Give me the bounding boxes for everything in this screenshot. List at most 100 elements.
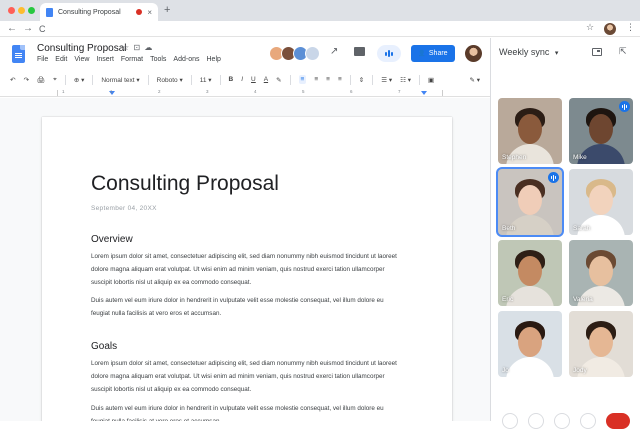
browser-tab-strip: Consulting Proposal × + — [0, 0, 640, 21]
speaking-indicator-icon — [548, 172, 559, 183]
document-date: September 04, 20XX — [91, 205, 157, 212]
maximize-window-button[interactable] — [28, 7, 35, 14]
camera-toggle-button[interactable] — [528, 413, 544, 429]
participant-face — [589, 327, 613, 357]
browser-profile-avatar[interactable] — [604, 23, 616, 35]
overview-paragraph-1: Lorem ipsum dolor sit amet, consectetuer… — [91, 253, 397, 286]
tab-title: Consulting Proposal — [58, 8, 121, 16]
browser-tab[interactable]: Consulting Proposal × — [40, 3, 158, 21]
document-title[interactable]: Consulting Proposal — [37, 43, 127, 54]
participant-name: Eric — [502, 296, 514, 303]
participant-tile[interactable]: Jody — [569, 311, 633, 377]
present-button[interactable] — [554, 413, 570, 429]
participant-name: Beth — [502, 225, 516, 232]
align-right-icon[interactable]: ≡ — [326, 76, 330, 83]
ruler-mark: 1 — [62, 89, 65, 94]
speaking-indicator-icon — [619, 101, 630, 112]
bookmark-star-icon[interactable]: ☆ — [586, 22, 594, 33]
address-bar: ← → C ☆ ⋮ — [0, 21, 640, 37]
menu-edit[interactable]: Edit — [55, 56, 67, 63]
more-collaborators-avatar[interactable] — [305, 46, 320, 61]
participant-face — [589, 185, 613, 215]
paragraph-style-select[interactable]: Normal text ▾ — [101, 76, 139, 84]
undo-icon[interactable]: ↶ — [10, 76, 15, 84]
meet-call-icon[interactable] — [377, 45, 401, 62]
back-button[interactable]: ← — [7, 22, 17, 36]
bold-icon[interactable]: B — [229, 76, 234, 83]
align-center-icon[interactable]: ≡ — [314, 76, 318, 83]
ruler-mark: 1 — [110, 89, 113, 94]
numbered-list-icon[interactable]: ☷ ▾ — [400, 76, 411, 84]
browser-menu-icon[interactable]: ⋮ — [626, 22, 635, 33]
meet-side-panel: Weekly sync ▾ ⇱ Stephen Mike Beth Sarah Eric… — [490, 38, 640, 421]
more-options-button[interactable] — [580, 413, 596, 429]
participant-face — [518, 327, 542, 357]
title-actions-icons[interactable]: ☆ ⊡ ☁ — [122, 43, 153, 52]
picture-in-picture-icon[interactable] — [592, 48, 602, 56]
docs-favicon-icon — [46, 7, 53, 17]
ruler-mark: 7 — [398, 89, 401, 94]
ruler-mark: 3 — [206, 89, 209, 94]
menu-format[interactable]: Format — [121, 56, 143, 63]
participant-tile[interactable]: Jo — [498, 311, 562, 377]
menu-tools[interactable]: Tools — [150, 56, 166, 63]
share-label: Share — [428, 50, 448, 57]
document-heading: Consulting Proposal — [91, 172, 279, 195]
leave-call-button[interactable] — [606, 413, 630, 429]
font-select[interactable]: Roboto ▾ — [157, 76, 183, 84]
bulleted-list-icon[interactable]: ☰ ▾ — [381, 76, 392, 84]
ruler-mark: 4 — [254, 89, 257, 94]
mic-toggle-button[interactable] — [502, 413, 518, 429]
document-canvas: Consulting Proposal September 04, 20XX O… — [0, 98, 490, 421]
print-icon[interactable]: 🖨 — [37, 76, 45, 84]
participant-name: Jo — [502, 367, 509, 374]
close-window-button[interactable] — [8, 7, 15, 14]
forward-button[interactable]: → — [23, 22, 33, 36]
chevron-down-icon: ▾ — [554, 50, 559, 57]
share-button[interactable]: 👤 Share — [411, 45, 455, 62]
insert-image-icon[interactable]: ▣ — [428, 76, 434, 84]
participant-face — [518, 185, 542, 215]
participant-tile[interactable]: Eric — [498, 240, 562, 306]
document-page[interactable]: Consulting Proposal September 04, 20XX O… — [42, 117, 452, 421]
zoom-select[interactable]: ⊕ ▾ — [74, 76, 85, 84]
participant-face — [518, 114, 542, 144]
right-indent-marker[interactable] — [421, 91, 427, 95]
paint-format-icon[interactable]: ⌖ — [53, 76, 57, 84]
participant-tile[interactable]: Beth — [498, 169, 562, 235]
docs-logo-icon[interactable] — [12, 45, 25, 63]
new-tab-button[interactable]: + — [164, 4, 170, 16]
highlight-color-icon[interactable]: ✎ — [276, 76, 281, 84]
participant-tile[interactable]: Mike — [569, 98, 633, 164]
participant-face — [518, 256, 542, 286]
menu-file[interactable]: File — [37, 56, 48, 63]
ruler-mark: 5 — [302, 89, 305, 94]
menu-help[interactable]: Help — [207, 56, 221, 63]
text-color-icon[interactable]: A — [264, 76, 268, 83]
italic-icon[interactable]: I — [241, 76, 243, 83]
comment-history-icon[interactable] — [354, 47, 365, 56]
font-size-select[interactable]: 11 ▾ — [200, 76, 212, 84]
menu-insert[interactable]: Insert — [96, 56, 114, 63]
align-justify-icon[interactable]: ≡ — [338, 76, 342, 83]
underline-icon[interactable]: U — [251, 76, 256, 83]
line-spacing-icon[interactable]: ⇕ — [359, 76, 364, 84]
close-tab-icon[interactable]: × — [147, 8, 152, 17]
reload-button[interactable]: C — [39, 22, 46, 36]
participant-tile[interactable]: Sarah — [569, 169, 633, 235]
menu-view[interactable]: View — [74, 56, 89, 63]
participant-tile[interactable]: Valeria — [569, 240, 633, 306]
minimize-window-button[interactable] — [18, 7, 25, 14]
participant-face — [589, 256, 613, 286]
meeting-title[interactable]: Weekly sync ▾ — [499, 47, 558, 57]
open-in-new-window-icon[interactable]: ⇱ — [619, 46, 627, 57]
participant-tile[interactable]: Stephen — [498, 98, 562, 164]
redo-icon[interactable]: ↷ — [23, 76, 28, 84]
activity-dashboard-icon[interactable]: ↗ — [330, 46, 338, 57]
overview-paragraph-2: Duis autem vel eum iriure dolor in hendr… — [91, 297, 384, 317]
align-left-icon[interactable]: ≡ — [298, 75, 307, 84]
account-avatar[interactable] — [465, 45, 482, 62]
goals-heading: Goals — [91, 341, 118, 352]
menu-addons[interactable]: Add-ons — [173, 56, 199, 63]
editing-mode-select[interactable]: ✎ ▾ — [469, 76, 480, 84]
